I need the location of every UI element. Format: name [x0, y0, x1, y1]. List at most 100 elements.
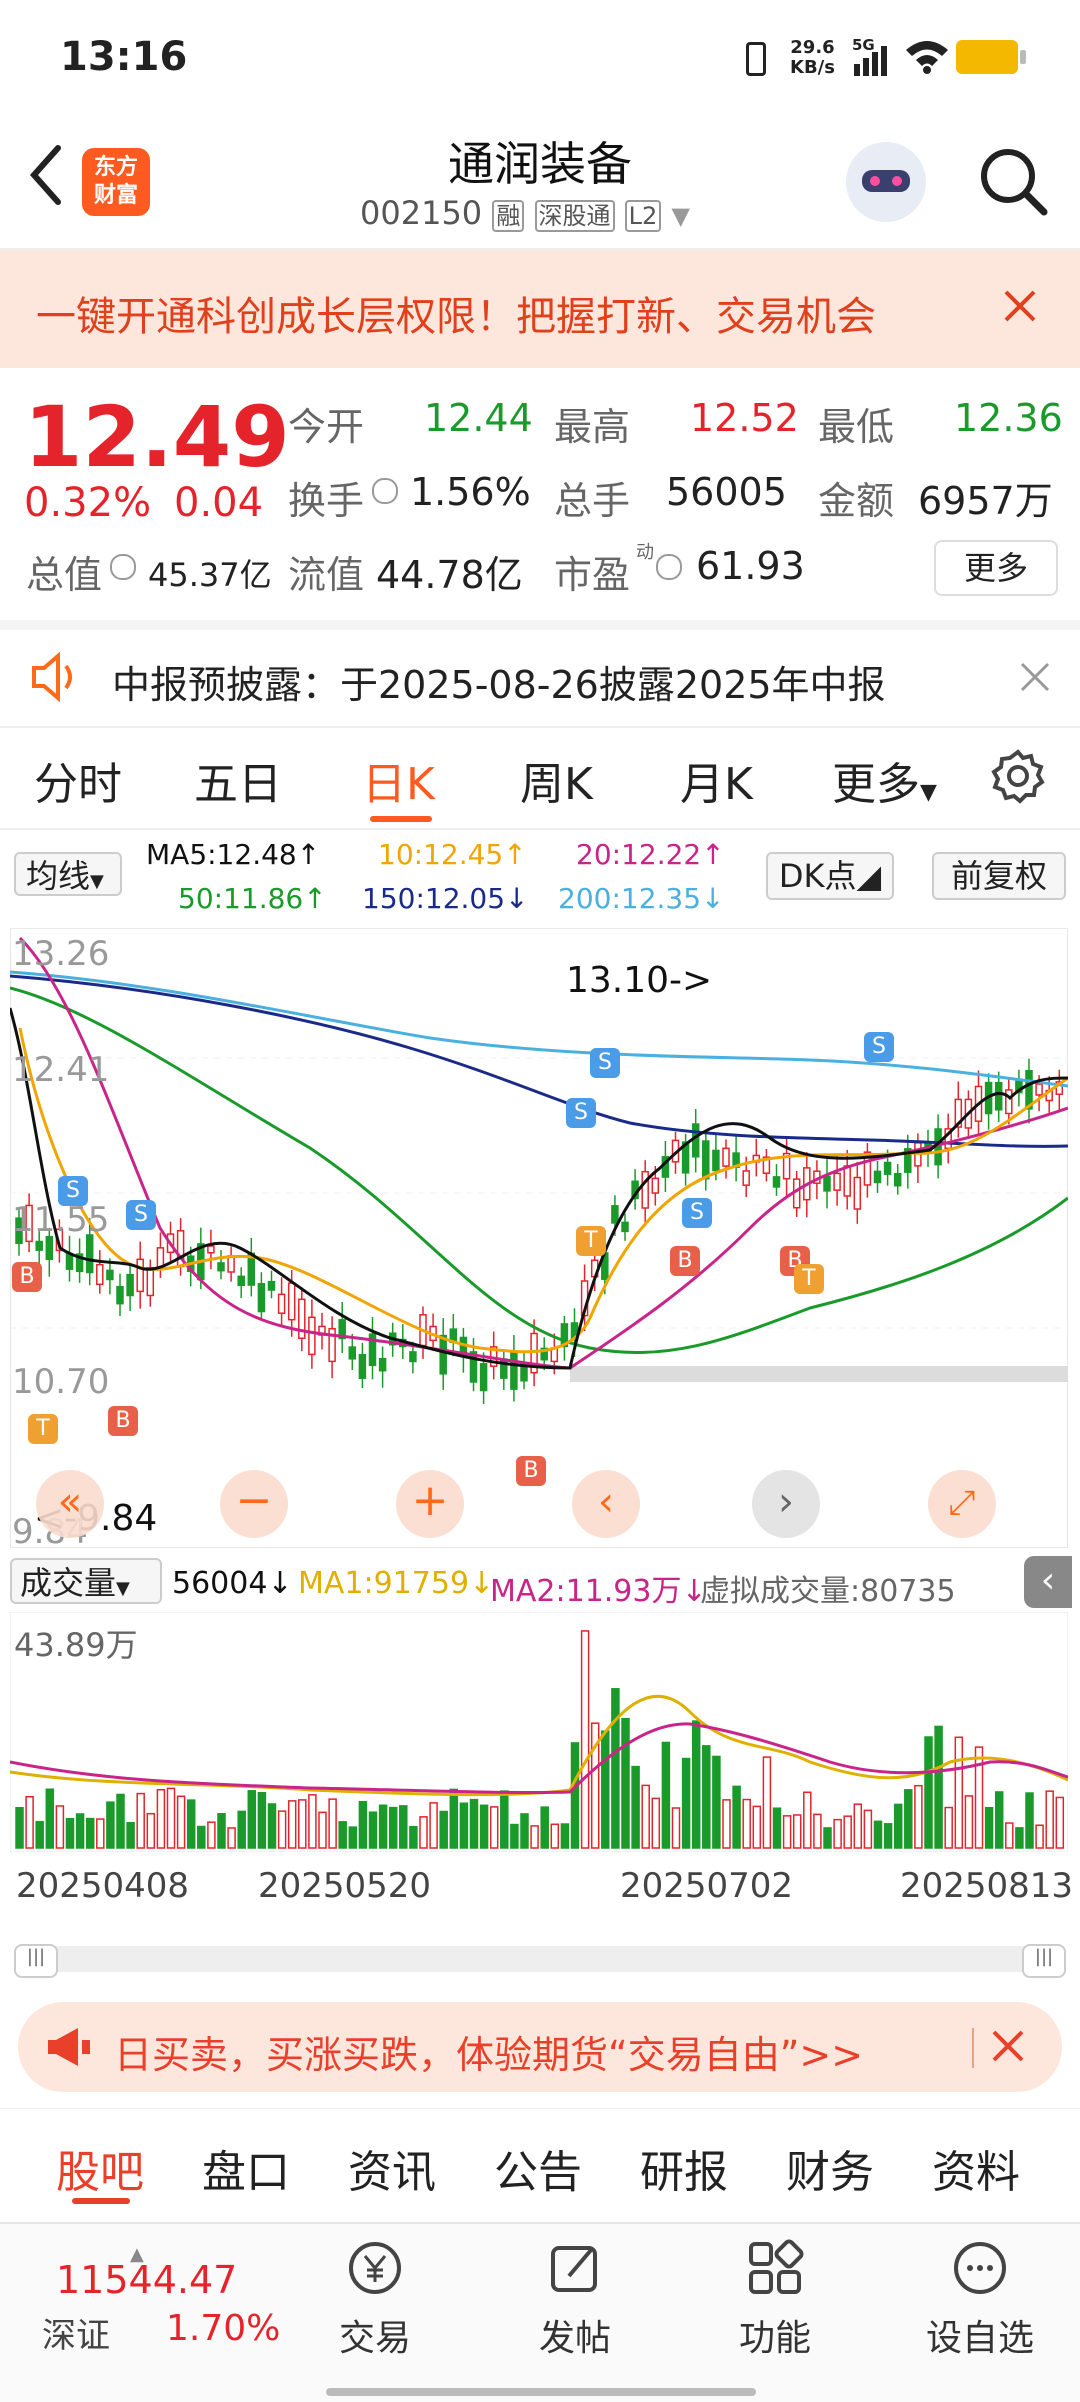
volume-bar	[742, 1798, 751, 1849]
function-button[interactable]: 功能	[730, 2236, 820, 2361]
candle-body	[702, 1140, 710, 1180]
buy-marker: B	[670, 1246, 700, 1276]
ma-legend: 均线▼ MA5:12.48↑ 10:12.45↑ 20:12.22↑ 50:11…	[0, 830, 1080, 926]
tab-five-day[interactable]: 五日	[194, 748, 282, 812]
tab-forum[interactable]: 股吧	[56, 2136, 144, 2200]
range-handle-left[interactable]: |||	[14, 1944, 58, 1978]
volume-bar	[732, 1785, 741, 1849]
search-icon[interactable]	[976, 144, 1050, 218]
bottom-bar: ▲ 11544.47 深证 1.70% 交易 发帖 功能 设自选	[0, 2222, 1080, 2402]
ma-toggle[interactable]: 均线▼	[14, 852, 122, 896]
range-handle-right[interactable]: |||	[1022, 1944, 1066, 1978]
volume-header: 成交量▼ 56004↓ MA1:91759↓ MA2:11.93万↓ 虚拟成交量…	[0, 1552, 1080, 1612]
volume-ma2: MA2:11.93万↓	[490, 1574, 707, 1609]
range-slider[interactable]: ||| |||	[14, 1944, 1066, 1978]
dk-point-button[interactable]: DK点◢	[766, 852, 894, 900]
zoom-in-button[interactable]: +	[396, 1470, 464, 1538]
candle-body	[893, 1172, 902, 1187]
zoom-out-button[interactable]: −	[220, 1470, 288, 1538]
pe-value: 61.93	[696, 544, 805, 588]
sell-marker: S	[682, 1198, 712, 1228]
y-label-4: 10.70	[12, 1362, 110, 1402]
notice-bar[interactable]: 中报预披露：于2025-08-26披露2025年中报	[0, 630, 1080, 726]
volume-bar	[1045, 1790, 1054, 1849]
candle-body	[651, 1177, 660, 1194]
trade-label: 交易	[338, 2318, 411, 2359]
info-icon[interactable]	[110, 554, 136, 580]
back-button[interactable]	[24, 140, 84, 220]
ad-close-icon[interactable]	[988, 2026, 1028, 2070]
notice-close-icon[interactable]	[1018, 660, 1052, 698]
volume-bar	[853, 1803, 863, 1849]
tab-news[interactable]: 资讯	[348, 2136, 436, 2200]
sell-marker: S	[590, 1048, 620, 1078]
more-button[interactable]: 更多	[934, 540, 1058, 596]
buy-marker: B	[516, 1456, 546, 1486]
add-watchlist-button[interactable]: 设自选	[920, 2236, 1040, 2361]
watch-label: 设自选	[925, 2318, 1034, 2359]
tab-intraday[interactable]: 分时	[34, 748, 122, 812]
candle-body	[1005, 1089, 1013, 1115]
post-button[interactable]: 发帖	[530, 2236, 620, 2361]
candle-body	[277, 1293, 286, 1314]
candle-body	[96, 1263, 104, 1286]
promo-banner[interactable]: 一键开通科创成长层权限！把握打新、交易机会	[0, 250, 1080, 368]
volume-bar	[631, 1765, 640, 1849]
volume-bar	[237, 1810, 246, 1849]
candle-body	[85, 1234, 94, 1274]
trade-button[interactable]: 交易	[330, 2236, 420, 2361]
volume-bar	[75, 1813, 85, 1849]
tab-more[interactable]: 更多▼	[832, 748, 937, 812]
tab-weekly-k[interactable]: 周K	[520, 748, 593, 812]
collapse-panel-button[interactable]: ‹	[1024, 1556, 1072, 1608]
tab-research[interactable]: 研报	[640, 2136, 728, 2200]
y-label-3: 11.55	[12, 1200, 110, 1240]
volume-indicator-select[interactable]: 成交量▼	[10, 1558, 162, 1604]
tab-orderbook[interactable]: 盘口	[202, 2136, 290, 2200]
tab-finance[interactable]: 财务	[786, 2136, 874, 2200]
volume-bar	[651, 1797, 661, 1849]
tab-daily-k[interactable]: 日K	[362, 748, 435, 812]
volume-bar	[479, 1804, 489, 1849]
settings-gear-icon[interactable]	[990, 748, 1046, 808]
volume-label: 总手	[554, 479, 631, 523]
volume-bar	[298, 1799, 307, 1849]
pe-sup: 动	[636, 542, 654, 563]
candle-body	[237, 1275, 245, 1287]
ma150-label: 150:12.05↓	[362, 882, 529, 915]
sell-marker: S	[864, 1032, 894, 1062]
volume-bar	[358, 1800, 368, 1849]
ma200-label: 200:12.35↓	[558, 882, 725, 915]
volume-bar	[85, 1817, 95, 1849]
volume-bar	[1055, 1796, 1065, 1849]
tag-margin: 融	[492, 200, 525, 232]
volume-bar	[782, 1815, 792, 1849]
turnover-info-icon[interactable]	[372, 478, 398, 504]
close-icon[interactable]	[1000, 286, 1040, 330]
next-button[interactable]: ›	[752, 1470, 820, 1538]
volume-bar	[176, 1795, 186, 1849]
volume-bar	[308, 1794, 317, 1849]
volume-bar	[803, 1791, 812, 1849]
net-speed: 29.6 KB/s	[790, 37, 835, 78]
index-ticker[interactable]: ▲ 11544.47 深证 1.70%	[30, 2244, 290, 2360]
tab-announcements[interactable]: 公告	[494, 2136, 582, 2200]
kline-chart[interactable]: 13.26 12.41 11.55 10.70 9.84 13.10-> <-9…	[10, 928, 1068, 1552]
scroll-left-button[interactable]: «	[36, 1470, 104, 1538]
tab-profile[interactable]: 资料	[932, 2136, 1020, 2200]
volume-chart[interactable]: 43.89万	[10, 1612, 1068, 1852]
candle-body	[358, 1353, 367, 1379]
adjust-button[interactable]: 前复权	[932, 852, 1066, 900]
t-marker: T	[28, 1414, 58, 1444]
volume-bar	[621, 1717, 630, 1849]
fullscreen-button[interactable]: ⤢	[928, 1470, 996, 1538]
prev-button[interactable]: ‹	[572, 1470, 640, 1538]
stock-code-row[interactable]: 002150 融 深股通 L2 ▼	[360, 194, 690, 232]
pe-info-icon[interactable]	[656, 554, 682, 580]
tab-monthly-k[interactable]: 月K	[680, 748, 753, 812]
app-logo[interactable]: 东方 财富	[82, 148, 150, 216]
ad-banner[interactable]: 日买卖，买涨买跌，体验期货“交易自由”>>	[18, 2002, 1062, 2092]
robot-avatar-icon[interactable]	[846, 142, 926, 222]
candle-body	[146, 1266, 155, 1297]
candle-body	[126, 1273, 134, 1297]
